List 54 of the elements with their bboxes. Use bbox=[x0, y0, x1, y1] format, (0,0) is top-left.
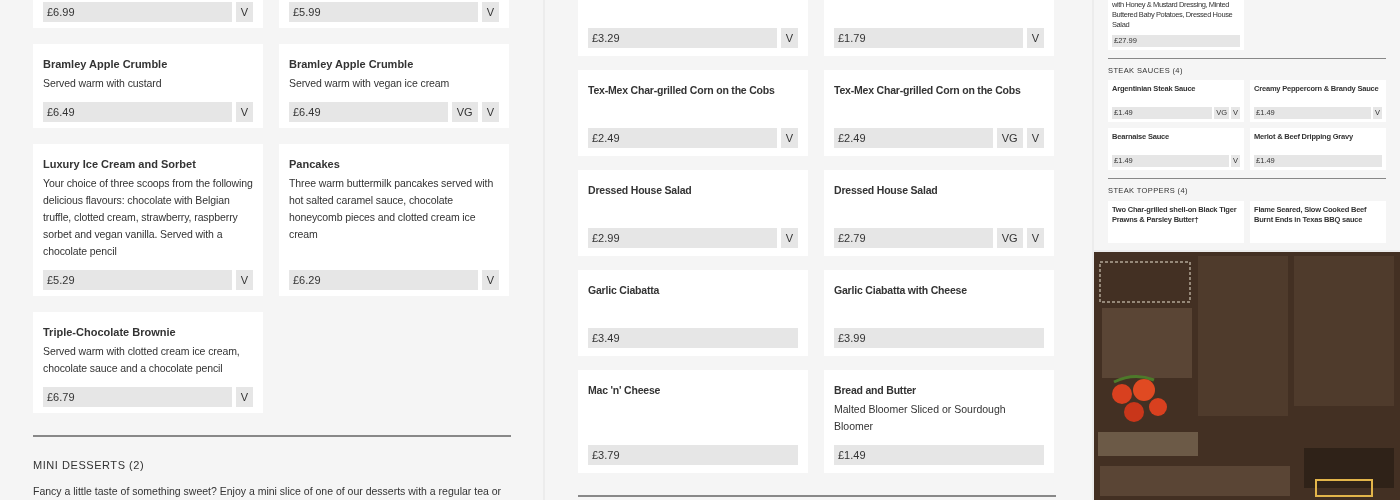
item-title: Garlic Ciabatta bbox=[588, 283, 661, 298]
price-label: £3.79 bbox=[588, 445, 798, 465]
dietary-tag: V bbox=[1026, 28, 1044, 48]
item-description: Three warm buttermilk pancakes served with hot salted caramel sauce, chocolate honeycomb pieces and clotted cream ice cream bbox=[289, 176, 495, 242]
price-label: £2.79 bbox=[834, 228, 993, 248]
dietary-tag: V bbox=[235, 102, 253, 122]
dietary-tag: V bbox=[235, 387, 253, 407]
price-label: £6.79 bbox=[43, 387, 232, 407]
item-description: Malted Bloomer Sliced or Sourdough Bloomer bbox=[834, 402, 1007, 434]
item-title: Dressed House Salad bbox=[588, 183, 693, 198]
dietary-tag: V bbox=[780, 228, 798, 248]
item-description: Your choice of three scoops from the following delicious flavours: chocolate with Belgian truffle, clotted cream, strawberry, raspberry sorbet and vegan vanilla. Served with a chocolate pencil bbox=[43, 176, 253, 259]
price-label: £6.29 bbox=[289, 270, 478, 290]
dietary-tag: V bbox=[1026, 228, 1044, 248]
price-label: £3.29 bbox=[588, 28, 777, 48]
dietary-tag: V bbox=[481, 102, 499, 122]
price-label: £2.49 bbox=[834, 128, 993, 148]
dietary-tag: VG bbox=[451, 102, 478, 122]
section-intro: Fancy a little taste of something sweet? Enjoy a mini slice of one of our desserts with a regular tea or bbox=[33, 483, 503, 499]
price-label: £6.49 bbox=[289, 102, 448, 122]
item-title: Garlic Ciabatta with Cheese bbox=[834, 283, 968, 298]
dietary-tag: V bbox=[481, 270, 499, 290]
item-title: Triple-Chocolate Brownie bbox=[43, 325, 177, 340]
dietary-tag: V bbox=[235, 2, 253, 22]
dietary-tag: V bbox=[780, 28, 798, 48]
price-label: £5.29 bbox=[43, 270, 232, 290]
price-label: £6.99 bbox=[43, 2, 232, 22]
price-label: £1.79 bbox=[834, 28, 1023, 48]
item-title: Tex-Mex Char-grilled Corn on the Cobs bbox=[588, 83, 776, 98]
section-heading: MINI DESSERTS (2) bbox=[33, 458, 146, 473]
item-title: Mac 'n' Cheese bbox=[588, 383, 662, 398]
price-label: £2.49 bbox=[588, 128, 777, 148]
item-title: Bramley Apple Crumble bbox=[289, 57, 415, 72]
item-title: Dressed House Salad bbox=[834, 183, 939, 198]
item-description: Served warm with custard bbox=[43, 76, 163, 91]
item-title: Luxury Ice Cream and Sorbet bbox=[43, 157, 197, 172]
item-title: Bread and Butter bbox=[834, 383, 917, 398]
dietary-tag: V bbox=[780, 128, 798, 148]
price-label: £3.49 bbox=[588, 328, 798, 348]
item-title: Pancakes bbox=[289, 157, 341, 172]
dietary-tag: VG bbox=[996, 228, 1023, 248]
price-label: £2.99 bbox=[588, 228, 777, 248]
item-description: Served warm with clotted cream ice cream, chocolate sauce and a chocolate pencil bbox=[43, 344, 241, 376]
dietary-tag: VG bbox=[996, 128, 1023, 148]
price-label: £1.49 bbox=[834, 445, 1044, 465]
dietary-tag: V bbox=[481, 2, 499, 22]
dietary-tag: V bbox=[1026, 128, 1044, 148]
price-label: £5.99 bbox=[289, 2, 478, 22]
price-label: £6.49 bbox=[43, 102, 232, 122]
item-title: Bramley Apple Crumble bbox=[43, 57, 169, 72]
price-label: £3.99 bbox=[834, 328, 1044, 348]
item-description: Served warm with vegan ice cream bbox=[289, 76, 451, 91]
dietary-tag: V bbox=[235, 270, 253, 290]
item-title: Tex-Mex Char-grilled Corn on the Cobs bbox=[834, 83, 1022, 98]
